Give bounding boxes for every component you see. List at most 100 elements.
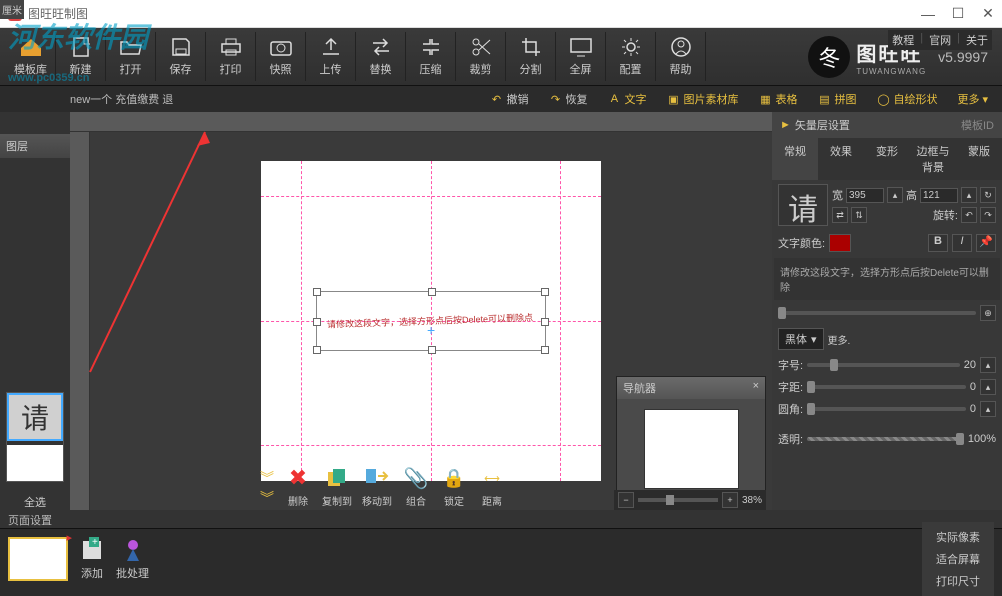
group-button[interactable]: 📎组合 bbox=[402, 465, 430, 508]
puzzle-button[interactable]: ▤拼图 bbox=[811, 89, 862, 109]
width-label: 宽 bbox=[832, 187, 843, 203]
layer-thumb[interactable] bbox=[7, 445, 63, 481]
crop-button[interactable]: 裁剪 bbox=[456, 32, 506, 81]
official-link[interactable]: 官网 bbox=[929, 32, 951, 48]
compress-button[interactable]: 压缩 bbox=[406, 32, 456, 81]
layer-thumb-selected[interactable]: 请 bbox=[7, 393, 63, 441]
page-settings-header[interactable]: 页面设置 bbox=[0, 510, 1002, 528]
radius-slider[interactable] bbox=[807, 407, 966, 411]
zoom-out-icon[interactable]: − bbox=[618, 492, 634, 508]
height-input[interactable] bbox=[920, 188, 958, 203]
selection-box[interactable]: 请修改这段文字，选择方形点后按Delete可以删除点 + bbox=[316, 291, 546, 351]
opacity-slider[interactable] bbox=[807, 437, 964, 441]
actual-pixels[interactable]: 实际像素 bbox=[922, 526, 994, 548]
rotate-left-icon[interactable]: ↶ bbox=[961, 207, 977, 223]
help-button[interactable]: 帮助 bbox=[656, 32, 706, 81]
zoom-in-icon[interactable]: + bbox=[722, 492, 738, 508]
chevrons-icon[interactable]: ︾︾ bbox=[260, 468, 274, 508]
tab-general[interactable]: 常规 bbox=[772, 138, 818, 180]
image-library-button[interactable]: ▣图片素材库 bbox=[660, 89, 744, 109]
print-size[interactable]: 打印尺寸 bbox=[922, 570, 994, 592]
image-icon: ▣ bbox=[666, 92, 680, 106]
pin-icon[interactable]: 📌 bbox=[976, 234, 996, 252]
template-library-button[interactable]: 模板库 bbox=[6, 32, 56, 81]
close-button[interactable]: ✕ bbox=[982, 8, 994, 20]
upload-button[interactable]: 上传 bbox=[306, 32, 356, 81]
spacing-slider[interactable] bbox=[807, 385, 966, 389]
sync-icon[interactable]: ↻ bbox=[980, 187, 996, 203]
more-button[interactable]: 更多▾ bbox=[951, 89, 994, 109]
width-input[interactable] bbox=[846, 188, 884, 203]
select-all-button[interactable]: 全选 bbox=[0, 494, 70, 510]
batch-button[interactable]: 批处理 bbox=[116, 537, 149, 581]
new-button[interactable]: 新建 bbox=[56, 32, 106, 81]
navigator-panel[interactable]: 导航器× bbox=[616, 376, 766, 500]
replace-button[interactable]: 替换 bbox=[356, 32, 406, 81]
more-fonts-link[interactable]: 更多. bbox=[828, 332, 851, 347]
left-panel: 厘米 图层 请 全选 bbox=[0, 112, 70, 510]
tab-transform[interactable]: 变形 bbox=[864, 138, 910, 180]
flip-v-icon[interactable]: ⇅ bbox=[851, 207, 867, 223]
table-button[interactable]: ▦表格 bbox=[752, 89, 803, 109]
rotate-label: 旋转: bbox=[933, 207, 958, 223]
open-button[interactable]: 打开 bbox=[106, 32, 156, 81]
distance-icon: ⟷ bbox=[478, 465, 506, 491]
distance-button[interactable]: ⟷距离 bbox=[478, 465, 506, 508]
fit-screen[interactable]: 适合屏幕 bbox=[922, 548, 994, 570]
config-button[interactable]: 配置 bbox=[606, 32, 656, 81]
height-stepper[interactable]: ▴ bbox=[961, 187, 977, 203]
navigator-close-icon[interactable]: × bbox=[753, 380, 759, 396]
clip-icon: 📎 bbox=[402, 465, 430, 491]
font-size-stepper[interactable]: ▴ bbox=[980, 357, 996, 373]
delete-button[interactable]: ✖删除 bbox=[284, 465, 312, 508]
print-button[interactable]: 打印 bbox=[206, 32, 256, 81]
add-page-button[interactable]: +添加 bbox=[78, 537, 106, 581]
tab-border-bg[interactable]: 边框与背景 bbox=[910, 138, 956, 180]
tutorial-link[interactable]: 教程 bbox=[892, 32, 914, 48]
zoom-value: 38% bbox=[742, 495, 762, 506]
bold-button[interactable]: B bbox=[928, 234, 948, 252]
zoom-in-icon[interactable]: ⊕ bbox=[980, 305, 996, 321]
about-link[interactable]: 关于 bbox=[966, 32, 988, 48]
page-thumb-1[interactable]: ▸ bbox=[8, 537, 68, 581]
tab-mask[interactable]: 蒙版 bbox=[956, 138, 1002, 180]
text-scroll[interactable] bbox=[778, 311, 976, 315]
lock-icon: 🔒 bbox=[440, 465, 468, 491]
home-icon bbox=[18, 36, 44, 58]
vector-layer-header[interactable]: ►矢量层设置模板ID bbox=[772, 112, 1002, 138]
sec-left-text: new一个 充值缴费 退 bbox=[70, 91, 173, 107]
copy-to-button[interactable]: 复制到 bbox=[322, 465, 352, 508]
radius-stepper[interactable]: ▴ bbox=[980, 401, 996, 417]
text-tool-button[interactable]: A文字 bbox=[601, 89, 652, 109]
font-size-slider[interactable] bbox=[807, 363, 960, 367]
save-button[interactable]: 保存 bbox=[156, 32, 206, 81]
shapes-button[interactable]: ◯自绘形状 bbox=[870, 89, 943, 109]
color-swatch[interactable] bbox=[829, 234, 851, 252]
snapshot-button[interactable]: 快照 bbox=[256, 32, 306, 81]
italic-button[interactable]: I bbox=[952, 234, 972, 252]
canvas-area[interactable]: 请修改这段文字，选择方形点后按Delete可以删除点 + 导航器× ︾︾ ✖删除… bbox=[90, 132, 772, 510]
font-select[interactable]: 黑体▾ bbox=[778, 328, 824, 350]
undo-button[interactable]: ↶撤销 bbox=[483, 89, 534, 109]
flip-h-icon[interactable]: ⇄ bbox=[832, 207, 848, 223]
minimize-button[interactable]: — bbox=[922, 8, 934, 20]
tab-effect[interactable]: 效果 bbox=[818, 138, 864, 180]
lock-button[interactable]: 🔒锁定 bbox=[440, 465, 468, 508]
delete-icon: ✖ bbox=[284, 465, 312, 491]
navigator-thumb[interactable] bbox=[644, 409, 739, 489]
width-stepper[interactable]: ▴ bbox=[887, 187, 903, 203]
spacing-stepper[interactable]: ▴ bbox=[980, 379, 996, 395]
split-button[interactable]: 分割 bbox=[506, 32, 556, 81]
maximize-button[interactable]: ☐ bbox=[952, 8, 964, 20]
zoom-slider[interactable] bbox=[638, 498, 718, 502]
hint-text: 请修改这段文字，选择方形点后按Delete可以删除 bbox=[774, 258, 1000, 300]
move-to-button[interactable]: 移动到 bbox=[362, 465, 392, 508]
layers-header[interactable]: 图层 bbox=[0, 134, 70, 158]
redo-button[interactable]: ↷恢复 bbox=[542, 89, 593, 109]
template-id-label[interactable]: 模板ID bbox=[961, 117, 994, 133]
zoom-control: − + 38% bbox=[614, 490, 766, 510]
fullscreen-button[interactable]: 全屏 bbox=[556, 32, 606, 81]
canvas[interactable]: 请修改这段文字，选择方形点后按Delete可以删除点 + bbox=[261, 161, 601, 481]
rotate-right-icon[interactable]: ↷ bbox=[980, 207, 996, 223]
radius-label: 圆角: bbox=[778, 401, 803, 417]
